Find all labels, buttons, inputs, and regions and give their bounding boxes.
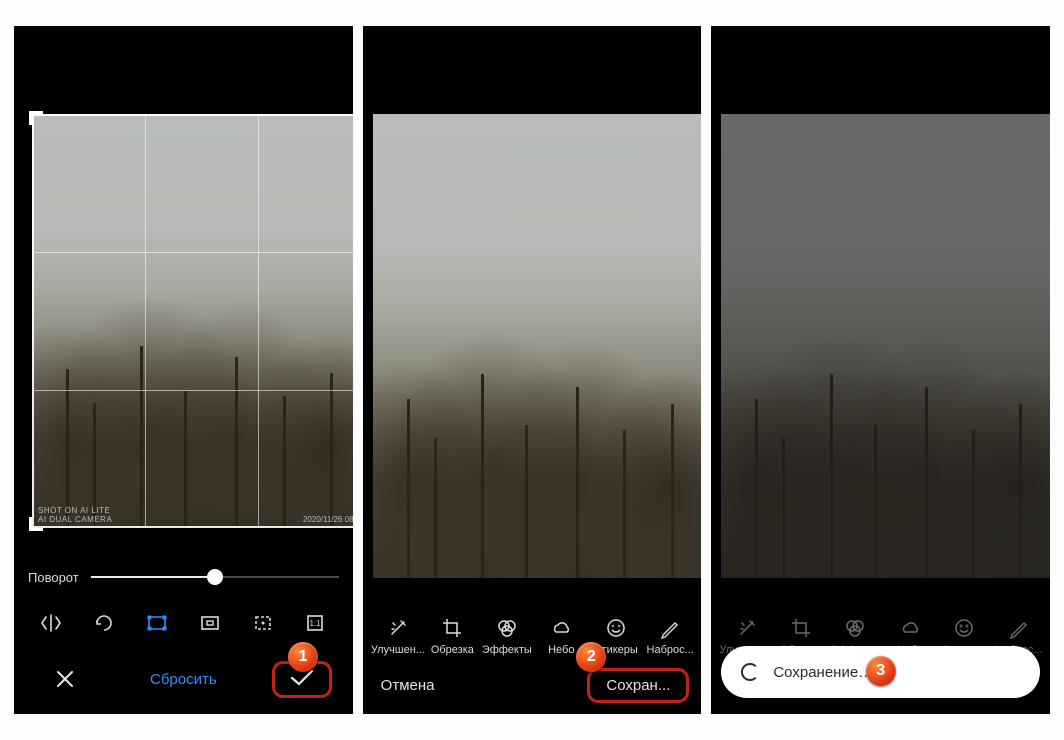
close-icon — [54, 668, 76, 690]
rotate-90-button[interactable] — [83, 601, 126, 645]
tool-sketch[interactable]: Наброс... — [643, 617, 697, 656]
tool-enhance[interactable]: Улучшен... — [371, 617, 425, 656]
crop-icon — [790, 617, 812, 639]
cancel-crop-button[interactable] — [38, 657, 92, 701]
screen-saving: Улучшен... Обрезка Эффекты Небо Стикеры … — [711, 26, 1050, 714]
toast-text: Сохранение… — [773, 664, 873, 681]
screen-crop: SHOT ON AI LITE AI DUAL CAMERA 2020/11/2… — [14, 26, 353, 714]
crop-photo-area[interactable]: SHOT ON AI LITE AI DUAL CAMERA 2020/11/2… — [32, 114, 353, 528]
svg-text:1:1: 1:1 — [310, 619, 322, 628]
save-button[interactable]: Сохран... — [587, 668, 689, 703]
cloud-icon — [899, 617, 921, 639]
step-badge-1: 1 — [288, 642, 318, 672]
cancel-edit-button[interactable]: Отмена — [381, 677, 435, 694]
mirror-button[interactable] — [30, 601, 73, 645]
screen-editor: Улучшен... Обрезка Эффекты Небо Стикеры … — [363, 26, 702, 714]
rotate-slider[interactable] — [91, 567, 339, 587]
smile-icon — [605, 617, 627, 639]
tool-row: Улучшен... Обрезка Эффекты Небо Стикеры … — [363, 594, 702, 656]
spinner-icon — [741, 663, 759, 681]
tool-effects[interactable]: Эффекты — [480, 617, 534, 656]
tool-label: Улучшен... — [371, 644, 425, 656]
tool-label: Эффекты — [482, 644, 532, 656]
crop-handle-bl[interactable] — [29, 511, 49, 531]
ratio-original-button[interactable] — [188, 601, 231, 645]
tool-label: Обрезка — [431, 644, 474, 656]
tool-label: Наброс... — [647, 644, 694, 656]
crop-icon — [441, 617, 463, 639]
cloud-icon — [550, 617, 572, 639]
editor-photo-area[interactable] — [373, 114, 702, 578]
effects-icon — [844, 617, 866, 639]
pencil-icon — [659, 617, 681, 639]
ratio-screen-button[interactable] — [241, 601, 284, 645]
magic-icon — [736, 617, 758, 639]
rotate-label: Поворот — [28, 570, 79, 585]
tool-crop[interactable]: Обрезка — [425, 617, 479, 656]
reset-crop-button[interactable]: Сбросить — [92, 671, 275, 688]
crop-grid[interactable] — [32, 114, 353, 528]
ratio-free-button[interactable] — [136, 601, 179, 645]
tool-label: Небо — [548, 644, 574, 656]
magic-icon — [387, 617, 409, 639]
pencil-icon — [1008, 617, 1030, 639]
crop-handle-tl[interactable] — [29, 111, 49, 131]
step-badge-3: 3 — [866, 656, 896, 686]
effects-icon — [496, 617, 518, 639]
editor-photo-area-dim — [721, 114, 1050, 578]
smile-icon — [953, 617, 975, 639]
ratio-1-1-button[interactable]: 1:1 — [294, 601, 337, 645]
